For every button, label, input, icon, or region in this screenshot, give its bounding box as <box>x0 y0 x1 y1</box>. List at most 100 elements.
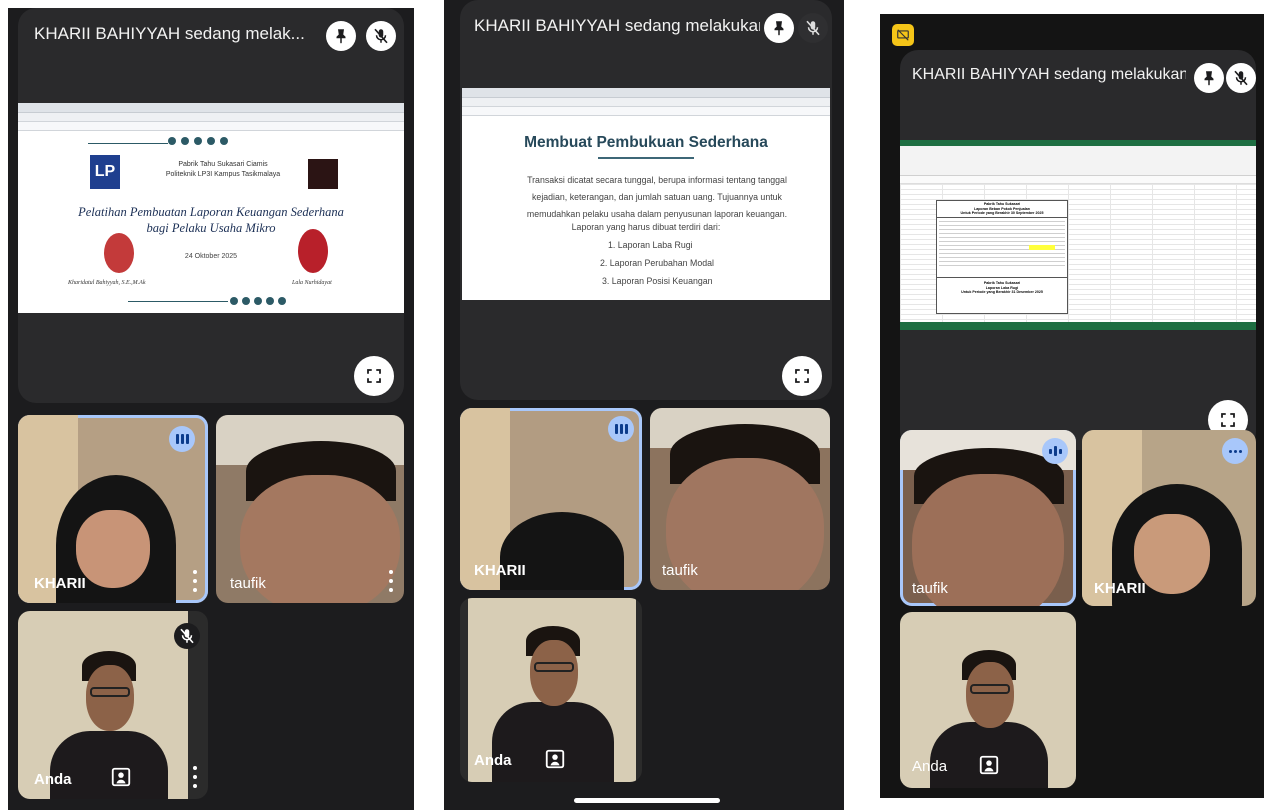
presenter-name-left: Kharidatul Bahiyyah, S.E.,M.Ak <box>68 280 146 286</box>
formula-bar <box>900 176 1256 184</box>
mute-button[interactable] <box>1226 63 1256 93</box>
screen-off-icon <box>897 29 909 41</box>
presentation-tile[interactable]: KHARII BAHIYYAH sedang melakukan pre... … <box>460 0 832 400</box>
highlighted-cell <box>1029 245 1055 250</box>
slide-list-intro: Laporan yang harus dibuat terdiri dari: <box>571 222 721 232</box>
screen-share-indicator <box>892 24 914 46</box>
org-line-1: Pabrik Tahu Sukasari Ciamis <box>178 161 268 168</box>
report-table: Pabrik Tahu Sukasari Laporan Beban Pokok… <box>936 200 1068 314</box>
presentation-title: KHARII BAHIYYAH sedang melakukan pre... <box>474 16 760 35</box>
pin-icon <box>774 21 784 36</box>
fullscreen-button[interactable] <box>354 356 394 396</box>
report1-period: Untuk Periode yang Berakhir 30 September… <box>960 211 1044 215</box>
pin-icon <box>336 29 346 44</box>
video-tile-self[interactable]: Anda <box>460 598 642 782</box>
more-options-button[interactable] <box>192 570 198 592</box>
fullscreen-button[interactable] <box>782 356 822 396</box>
shared-slide: LP Pabrik Tahu Sukasari Ciamis Politekni… <box>18 103 404 313</box>
participant-face <box>76 510 150 588</box>
fullscreen-icon <box>795 369 809 383</box>
participant-name: taufik <box>912 580 948 597</box>
video-tile-taufik[interactable]: taufik <box>900 430 1076 606</box>
shared-slide: Membuat Pembukuan Sederhana Transaksi di… <box>462 88 830 300</box>
participant-face <box>530 640 578 706</box>
mute-button[interactable] <box>798 13 828 43</box>
participant-name: KHARII <box>34 575 86 592</box>
browser-toolbar <box>462 107 830 116</box>
meet-screen-1: KHARII BAHIYYAH sedang melak... LP Pabri… <box>8 8 414 810</box>
participant-name: Anda <box>34 771 72 788</box>
speaking-indicator <box>169 426 195 452</box>
slide-list-item-2: 2. Laporan Perubahan Modal <box>600 258 714 268</box>
reframe-button[interactable] <box>110 766 132 788</box>
mic-off-icon <box>806 20 820 36</box>
participant-name: Anda <box>912 758 948 775</box>
report2-period: Untuk Periode yang Berakhir 31 Desember … <box>961 290 1043 294</box>
participant-name: KHARII <box>1094 580 1146 597</box>
slide-dots-bottom <box>230 297 286 305</box>
slide-title-line-1: Pelatihan Pembuatan Laporan Keuangan Sed… <box>78 205 344 219</box>
pin-icon <box>1204 71 1214 86</box>
slide-date: 24 Oktober 2025 <box>184 253 238 260</box>
video-tile-kharii[interactable]: KHARII <box>1082 430 1256 606</box>
home-indicator[interactable] <box>574 798 720 803</box>
browser-address-bar <box>462 98 830 107</box>
meet-screen-2: KHARII BAHIYYAH sedang melakukan pre... … <box>444 0 844 810</box>
lp3i-logo: LP <box>90 155 120 189</box>
slide-title-line-2: bagi Pelaku Usaha Mikro <box>146 221 276 235</box>
presenter-name-right: Lala Nurhidayat <box>292 280 332 286</box>
video-tile-kharii[interactable]: KHARII <box>460 408 642 590</box>
browser-tab-bar <box>18 103 404 113</box>
participant-face <box>966 662 1014 728</box>
video-tile-kharii[interactable]: KHARII <box>18 415 208 603</box>
excel-status-bar <box>900 322 1256 330</box>
excel-ribbon <box>900 146 1256 176</box>
person-frame-icon <box>111 767 131 787</box>
slide-dots-top <box>168 137 228 145</box>
mic-off-icon <box>374 28 388 44</box>
slide-list-item-1: 1. Laporan Laba Rugi <box>608 240 693 250</box>
participant-name: taufik <box>662 562 698 579</box>
speaking-indicator <box>1042 438 1068 464</box>
mute-button[interactable] <box>366 21 396 51</box>
pin-button[interactable] <box>1194 63 1224 93</box>
self-mic-status <box>174 623 200 649</box>
fullscreen-icon <box>367 369 381 383</box>
browser-address-bar <box>18 113 404 122</box>
more-options-button[interactable] <box>388 570 394 592</box>
participant-name: taufik <box>230 575 266 592</box>
participant-name: KHARII <box>474 562 526 579</box>
presentation-tile[interactable]: KHARII BAHIYYAH sedang melakukan pre... … <box>900 50 1256 450</box>
video-tile-self[interactable]: Anda <box>18 611 208 799</box>
meet-screen-3: KHARII BAHIYYAH sedang melakukan pre... … <box>880 14 1264 798</box>
reframe-button[interactable] <box>978 754 1000 776</box>
video-tile-taufik[interactable]: taufik <box>650 408 830 590</box>
participant-face <box>86 665 134 731</box>
presentation-title: KHARII BAHIYYAH sedang melak... <box>34 24 305 43</box>
org-line-2: Politeknik LP3I Kampus Tasikmalaya <box>165 171 281 178</box>
more-options-button[interactable] <box>192 766 198 788</box>
browser-toolbar <box>18 122 404 131</box>
pin-button[interactable] <box>764 13 794 43</box>
mic-off-icon <box>180 628 194 644</box>
video-tile-self[interactable]: Anda <box>900 612 1076 788</box>
person-frame-icon <box>979 755 999 775</box>
person-frame-icon <box>545 749 565 769</box>
participant-name: Anda <box>474 752 512 769</box>
fullscreen-icon <box>1221 413 1235 427</box>
slide-paragraph: Transaksi dicatat secara tunggal, berupa… <box>526 175 788 219</box>
pin-button[interactable] <box>326 21 356 51</box>
slide-heading: Membuat Pembukuan Sederhana <box>524 134 768 151</box>
presenter-photo-right <box>298 229 328 273</box>
presentation-title: KHARII BAHIYYAH sedang melakukan pre... <box>912 66 1186 83</box>
reframe-button[interactable] <box>544 748 566 770</box>
more-options-button[interactable] <box>1222 438 1248 464</box>
slide-list-item-3: 3. Laporan Posisi Keuangan <box>602 276 713 286</box>
video-tile-taufik[interactable]: taufik <box>216 415 404 603</box>
speaking-indicator <box>608 416 634 442</box>
pabrik-logo <box>308 159 338 189</box>
mic-off-icon <box>1234 70 1248 86</box>
shared-spreadsheet: Pabrik Tahu Sukasari Laporan Beban Pokok… <box>900 140 1256 330</box>
presentation-tile[interactable]: KHARII BAHIYYAH sedang melak... LP Pabri… <box>18 8 404 403</box>
browser-tab-bar <box>462 88 830 98</box>
